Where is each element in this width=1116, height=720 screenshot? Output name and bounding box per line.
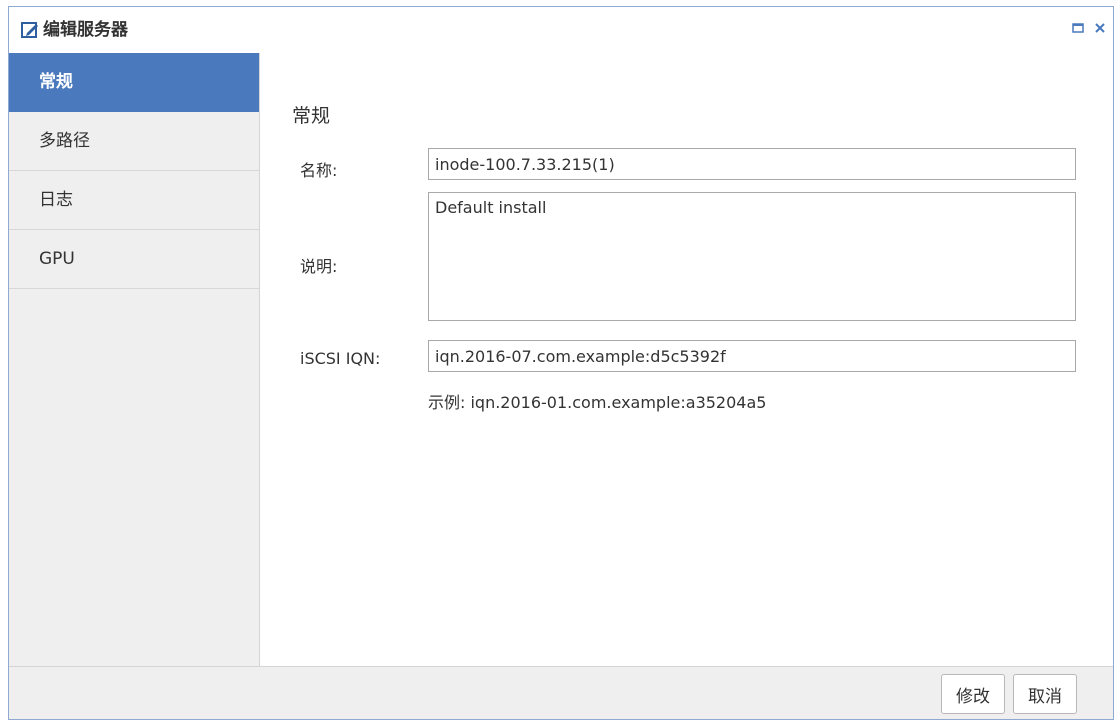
- iscsi-iqn-label: iSCSI IQN:: [300, 349, 381, 368]
- sidebar-nav: 常规 多路径 日志 GPU: [9, 53, 260, 667]
- description-textarea[interactable]: Default install: [428, 192, 1076, 321]
- edit-icon: [21, 22, 38, 38]
- name-input[interactable]: [428, 148, 1076, 180]
- description-label: 说明:: [300, 257, 338, 276]
- sidebar-item-multipath[interactable]: 多路径: [9, 112, 259, 171]
- sidebar-item-general[interactable]: 常规: [9, 53, 259, 112]
- iscsi-iqn-input[interactable]: [428, 340, 1076, 372]
- sidebar-item-gpu[interactable]: GPU: [9, 230, 259, 289]
- maximize-icon[interactable]: [1071, 21, 1085, 35]
- iqn-example-hint: 示例: iqn.2016-01.com.example:a35204a5: [428, 393, 767, 412]
- sidebar-item-label: 多路径: [39, 131, 90, 151]
- name-label: 名称:: [300, 161, 338, 180]
- sidebar-item-logs[interactable]: 日志: [9, 171, 259, 230]
- close-icon[interactable]: [1093, 21, 1107, 35]
- general-settings-panel: 常规 名称: 说明: Default install iSCSI IQN: 示例…: [260, 53, 1113, 667]
- dialog-footer: 修改 取消: [9, 666, 1113, 719]
- sidebar-item-label: 常规: [39, 72, 73, 92]
- dialog-title: 编辑服务器: [43, 20, 128, 40]
- sidebar-item-label: GPU: [39, 249, 75, 269]
- sidebar-item-label: 日志: [39, 190, 73, 210]
- dialog-titlebar[interactable]: 编辑服务器: [9, 7, 1113, 54]
- edit-server-dialog: 编辑服务器 常规 多路径 日志 GPU 常规 名称: 说明: Default i…: [8, 6, 1114, 720]
- cancel-button[interactable]: 取消: [1013, 674, 1077, 714]
- modify-button[interactable]: 修改: [941, 674, 1005, 714]
- section-title: 常规: [292, 105, 331, 127]
